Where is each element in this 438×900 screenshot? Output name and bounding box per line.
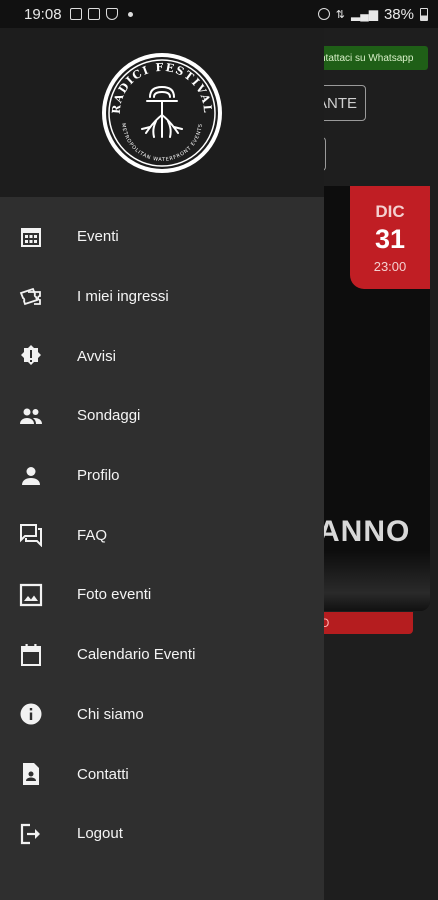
status-notification-icons [69, 8, 133, 20]
person-icon [18, 463, 44, 489]
signal-icon: ▂▄▆ [351, 7, 378, 21]
menu-item-profilo[interactable]: Profilo [0, 446, 324, 506]
drawer-menu: Eventi I miei ingressi Avvisi Sondaggi P… [0, 197, 324, 864]
status-time: 19:08 [24, 5, 62, 23]
event-time: 23:00 [373, 258, 407, 274]
alarm-icon [317, 8, 330, 20]
gallery-notification-icon [69, 8, 82, 20]
menu-item-label: Chi siamo [77, 705, 144, 723]
menu-item-label: FAQ [77, 526, 108, 544]
battery-percent: 38% [383, 5, 414, 23]
menu-item-logout[interactable]: Logout [0, 804, 324, 864]
logout-icon [18, 821, 44, 847]
battery-icon [420, 7, 428, 21]
event-day: 31 [374, 223, 406, 254]
laptop-notification-icon [87, 8, 100, 20]
logo-graphic-icon: RADICI FESTIVAL METROPOLITAN WATERFRONT … [102, 52, 222, 173]
menu-item-label: I miei ingressi [77, 288, 169, 306]
status-bar: 19:08 ⇅ ▂▄▆ 38% [0, 0, 438, 28]
menu-item-label: Foto eventi [77, 586, 152, 604]
menu-item-label: Calendario Eventi [77, 646, 196, 664]
event-card-title: ANNO [318, 515, 411, 548]
radici-festival-logo: RADICI FESTIVAL METROPOLITAN WATERFRONT … [98, 49, 226, 177]
calendar-icon [18, 642, 44, 668]
image-icon [18, 582, 44, 608]
forum-icon [18, 522, 44, 548]
status-system-icons: ⇅ ▂▄▆ 38% [317, 5, 428, 23]
menu-item-label: Logout [77, 825, 123, 843]
wifi-calling-icon: ⇅ [335, 8, 345, 21]
event-month: DIC [375, 201, 405, 221]
people-icon [18, 403, 44, 429]
menu-item-eventi[interactable]: Eventi [0, 207, 324, 267]
event-date-badge: DIC 31 23:00 [350, 186, 430, 289]
menu-item-foto-eventi[interactable]: Foto eventi [0, 565, 324, 625]
menu-item-sondaggi[interactable]: Sondaggi [0, 386, 324, 446]
menu-item-contatti[interactable]: Contatti [0, 744, 324, 804]
menu-item-label: Eventi [77, 228, 119, 246]
menu-item-faq[interactable]: FAQ [0, 505, 324, 565]
menu-item-chi-siamo[interactable]: Chi siamo [0, 685, 324, 745]
calendar-grid-icon [18, 224, 44, 250]
tickets-icon [18, 284, 44, 310]
menu-item-avvisi[interactable]: Avvisi [0, 326, 324, 386]
shield-notification-icon [105, 8, 118, 20]
menu-item-label: Contatti [77, 765, 129, 783]
navigation-drawer: RADICI FESTIVAL METROPOLITAN WATERFRONT … [0, 28, 324, 900]
menu-item-i-miei-ingressi[interactable]: I miei ingressi [0, 267, 324, 327]
alert-badge-icon [18, 343, 44, 369]
info-icon [18, 701, 44, 727]
drawer-header: RADICI FESTIVAL METROPOLITAN WATERFRONT … [0, 28, 324, 197]
menu-item-label: Sondaggi [77, 407, 141, 425]
menu-item-label: Avvisi [77, 347, 116, 365]
menu-item-label: Profilo [77, 467, 120, 485]
more-notifications-dot-icon [127, 11, 133, 17]
menu-item-calendario-eventi[interactable]: Calendario Eventi [0, 625, 324, 685]
contact-icon [18, 761, 44, 787]
